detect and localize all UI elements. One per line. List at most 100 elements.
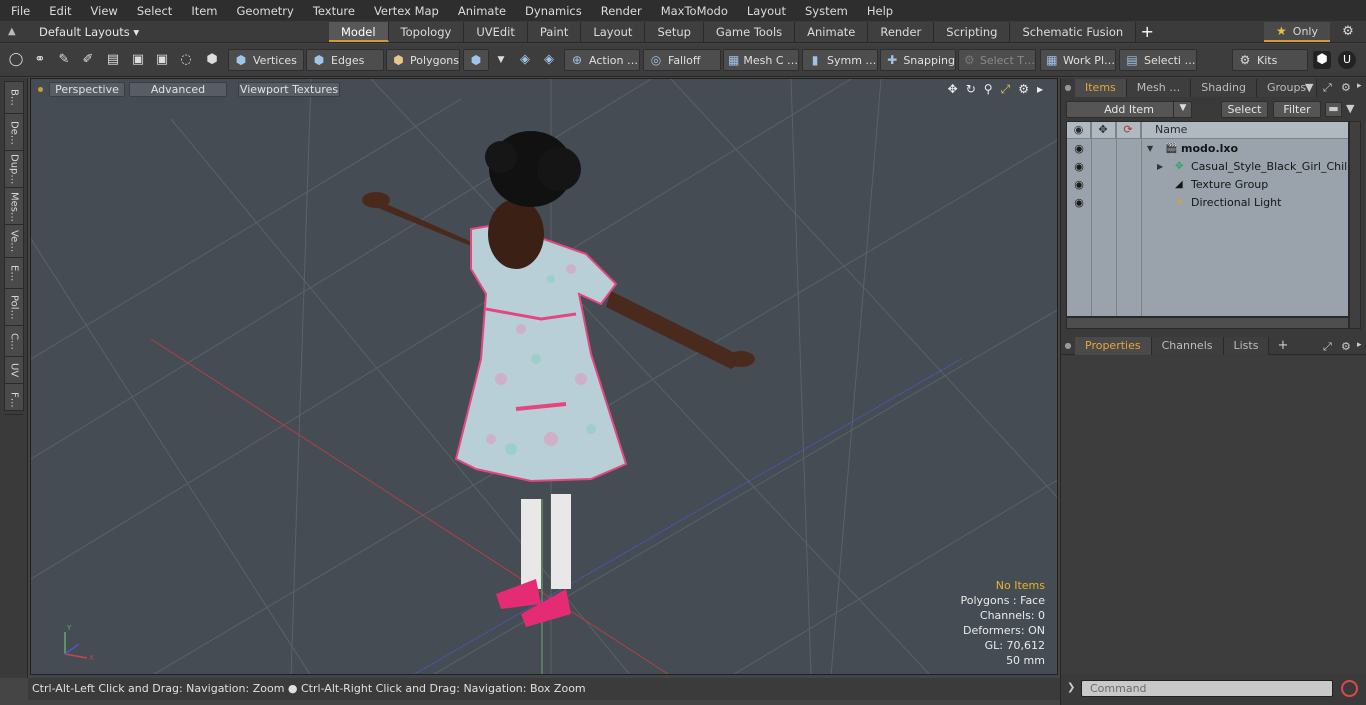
tab-properties[interactable]: Properties [1075,336,1152,355]
tab-items[interactable]: Items [1075,79,1127,97]
left-tab-8[interactable]: UV [5,358,23,384]
symmetry-shield-icon[interactable]: ◈ [516,51,534,69]
cube-icon[interactable]: ⬢ [1313,51,1331,69]
maximize-panel-icon[interactable]: ⤢ [1323,81,1332,95]
collapse-icon[interactable]: ▬ [1325,102,1342,117]
viewport-textures-dropdown[interactable]: Viewport Textures [238,82,340,97]
select-through-button[interactable]: ⚙ Select T… [958,49,1036,71]
left-tab-0[interactable]: B… [5,82,23,114]
panel-gear-icon[interactable]: ⚙ [1341,340,1351,353]
perspective-dropdown[interactable]: Perspective [49,82,125,97]
symmetry-button[interactable]: ▮ Symm … [802,49,878,71]
character-model[interactable] [362,131,755,627]
add-item-dropdown-icon[interactable]: ▼ [1173,101,1192,118]
tab-lists[interactable]: Lists [1223,336,1270,355]
selection-sets-button[interactable]: ▤ Selecti … [1119,49,1197,71]
name-column-header[interactable]: Name [1141,122,1348,139]
add-tab-icon[interactable]: + [1136,22,1158,42]
menu-item-item[interactable]: Item [181,4,226,18]
menu-item-dynamics[interactable]: Dynamics [515,4,591,18]
chevron-down-icon[interactable]: ▼ [492,51,510,69]
menu-item-system[interactable]: System [795,4,857,18]
tab-render[interactable]: Render [868,22,935,42]
tab-scripting[interactable]: Scripting [934,22,1011,42]
expand-arrow-icon[interactable]: ▼ [1147,140,1153,158]
brush-icon[interactable]: ✐ [79,51,97,69]
edges-button[interactable]: ⬢ Edges [306,49,384,71]
rotate-view-icon[interactable]: ↻ [966,82,976,97]
command-input[interactable]: Command [1081,680,1333,697]
tab-game-tools[interactable]: Game Tools [703,22,796,42]
default-layouts-dropdown[interactable]: Default Layouts ▾ [39,25,139,39]
visibility-eye-icon[interactable]: ◉ [1071,158,1087,176]
tree-row-light[interactable]: ◉ ☀ Directional Light [1067,194,1348,212]
workplane-shield-icon[interactable]: ◈ [540,51,558,69]
tab-menu-icon[interactable]: ▼ [1305,81,1313,94]
tab-animate[interactable]: Animate [795,22,869,42]
tab-channels[interactable]: Channels [1151,336,1224,355]
tree-row-texture-group[interactable]: ◉ ◢ Texture Group [1067,176,1348,194]
vertices-button[interactable]: ⬢ Vertices [228,49,304,71]
tree-vertical-scrollbar[interactable] [1349,121,1361,329]
tab-uvedit[interactable]: UVEdit [464,22,528,42]
panel-arrow-icon[interactable]: ▸ [1357,340,1362,350]
item-mode-icon[interactable]: ⬢ [203,51,221,69]
menu-item-animate[interactable]: Animate [448,4,515,18]
left-tab-7[interactable]: C… [5,327,23,357]
snapping-button[interactable]: ✚ Snapping [880,49,956,71]
3d-viewport[interactable]: Perspective Advanced Viewport Textures ✥… [30,78,1058,675]
move-view-icon[interactable]: ✥ [948,82,958,97]
left-tab-2[interactable]: Dup… [5,152,23,188]
pen-icon[interactable]: ✎ [55,51,73,69]
tab-paint[interactable]: Paint [527,22,582,42]
tab-setup[interactable]: Setup [645,22,704,42]
gear-icon[interactable]: ⚙ [1340,24,1356,40]
workplane-button[interactable]: ▦ Work Pl… [1040,49,1116,71]
panel-arrow-icon[interactable]: ▸ [1357,81,1362,91]
left-tab-5[interactable]: E… [5,259,23,289]
tab-schematic-fusion[interactable]: Schematic Fusion [1010,22,1137,42]
menu-item-render[interactable]: Render [591,4,651,18]
circle-select-icon[interactable]: ◯ [7,51,25,69]
menu-item-help[interactable]: Help [857,4,902,18]
filter-button[interactable]: Filter [1273,101,1321,118]
action-center-button[interactable]: ⊕ Action … [564,49,640,71]
menu-item-select[interactable]: Select [127,4,181,18]
tree-row-mesh[interactable]: ◉ ▶ ✥ Casual_Style_Black_Girl_Child… [1067,158,1348,176]
center-icon[interactable]: ▣ [129,51,147,69]
left-tab-4[interactable]: Ve… [5,226,23,258]
left-tab-1[interactable]: De… [5,115,23,151]
menu-item-geometry[interactable]: Geometry [227,4,303,18]
menu-item-maxtomodo[interactable]: MaxToModo [651,4,737,18]
falloff-button[interactable]: ◎ Falloff [643,49,721,71]
viewport-settings-icon[interactable]: ⚙ [1018,82,1029,97]
tree-row-scene[interactable]: ◉ ▼ 🎬 modo.lxo [1067,140,1348,158]
left-tab-9[interactable]: F… [5,385,23,415]
menu-item-file[interactable]: File [0,4,39,18]
tab-layout[interactable]: Layout [581,22,646,42]
left-tab-3[interactable]: Mes… [5,189,23,225]
menu-item-vertex-map[interactable]: Vertex Map [364,4,448,18]
menu-item-edit[interactable]: Edit [39,4,80,18]
visibility-eye-icon[interactable]: ◉ [1071,140,1087,158]
maximize-icon[interactable]: ⤢ [1001,82,1011,97]
polygons-button[interactable]: ⬢ Polygons [386,49,460,71]
kits-button[interactable]: ⚙ Kits [1232,49,1308,71]
only-toggle[interactable]: ★ Only [1264,22,1330,42]
tree-horizontal-scrollbar[interactable] [1066,317,1349,329]
zoom-view-icon[interactable]: ⚲ [984,82,993,97]
left-tab-6[interactable]: Pol… [5,290,23,326]
record-macro-icon[interactable] [1341,680,1358,697]
pivot-icon[interactable]: ▣ [153,51,171,69]
tab-mesh[interactable]: Mesh … [1126,79,1192,97]
add-tab-icon[interactable]: + [1277,338,1288,353]
menu-item-view[interactable]: View [81,4,127,18]
mesh-constraint-button[interactable]: ▦ Mesh C … [723,49,799,71]
visibility-eye-icon[interactable]: ◉ [1071,176,1087,194]
visibility-eye-icon[interactable]: ◉ [1071,194,1087,212]
globe-icon[interactable]: ⚭ [31,51,49,69]
funnel-icon[interactable]: ▼ [1346,102,1354,115]
collapse-up-icon[interactable]: ▲ [8,26,20,38]
expand-arrow-icon[interactable]: ▸ [1037,82,1043,97]
select-button[interactable]: Select [1221,101,1268,118]
